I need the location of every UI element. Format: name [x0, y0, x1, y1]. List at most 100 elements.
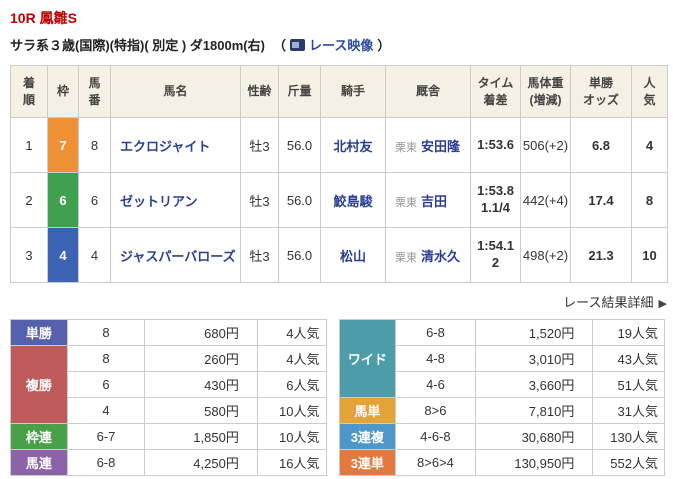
stable-area: 栗東	[395, 196, 417, 209]
payout-table-right: ワイド 6-8 1,520円 19人気 4-8 3,010円 43人気 4-6 …	[338, 319, 665, 476]
payout-popularity: 51人気	[592, 371, 665, 398]
time-margin: 1:53.8 1.1/4	[470, 172, 521, 228]
frame-number: 6	[47, 172, 79, 228]
payout-table-left: 単勝 8 680円 4人気 複勝 8 260円 4人気 6 430円 6人気 4…	[10, 319, 327, 476]
payout-amount: 3,660円	[474, 371, 594, 398]
col-sex-age: 性齢	[240, 65, 279, 118]
result-row-3: 3 4 4 ジャスパーバローズ 牡3 56.0 松山 栗東 清水久 1:54.1 …	[10, 227, 668, 283]
carried-weight: 56.0	[278, 117, 321, 173]
col-weight: 斤量	[278, 65, 321, 118]
time-margin: 1:54.1 2	[470, 227, 521, 283]
col-odds: 単勝 オッズ	[570, 65, 632, 118]
popularity: 4	[631, 117, 668, 173]
finish-position: 2	[10, 172, 48, 228]
horse-name-link[interactable]: ジャスパーバローズ	[120, 249, 236, 264]
bet-type-umatan: 馬単	[338, 397, 397, 424]
payout-amount: 3,010円	[474, 345, 594, 372]
trainer-link[interactable]: 安田隆	[421, 139, 460, 154]
payout-amount: 680円	[144, 319, 258, 346]
combo: 6-8	[66, 449, 146, 476]
payout-row-fukusho-1: 複勝 8 260円 4人気	[10, 345, 327, 424]
popularity: 10	[631, 227, 668, 283]
payout-popularity: 43人気	[592, 345, 665, 372]
payout-row-umatan: 馬単 8>6 7,810円 31人気	[338, 397, 665, 424]
bet-type-fukusho: 複勝	[10, 345, 68, 424]
trainer-link[interactable]: 清水久	[421, 249, 460, 264]
combo: 4-6	[395, 371, 476, 398]
jockey-cell: 鮫島駿	[320, 172, 386, 228]
payout-amount: 1,520円	[474, 319, 594, 346]
combo: 4-6-8	[395, 423, 476, 450]
paren-open: （	[272, 38, 286, 53]
payout-amount: 430円	[144, 371, 258, 398]
bet-type-sanrenpuku: 3連複	[338, 423, 397, 450]
jockey-link[interactable]: 鮫島駿	[333, 194, 372, 209]
combo: 8	[66, 345, 146, 372]
combo: 8>6>4	[395, 449, 476, 476]
sex-age: 牡3	[240, 117, 279, 173]
combo: 6	[66, 371, 146, 398]
frame-number: 7	[47, 117, 79, 173]
body-weight: 442(+4)	[520, 172, 571, 228]
horse-name-cell: エクロジャイト	[110, 117, 241, 173]
body-weight: 498(+2)	[520, 227, 571, 283]
result-row-1: 1 7 8 エクロジャイト 牡3 56.0 北村友 栗東 安田隆 1:53.6 5…	[10, 117, 668, 173]
detail-link-row: レース結果詳細 ▶	[10, 292, 667, 311]
win-odds: 6.8	[570, 117, 632, 173]
win-odds: 21.3	[570, 227, 632, 283]
jockey-cell: 松山	[320, 227, 386, 283]
col-jockey: 騎手	[320, 65, 386, 118]
stable-cell: 栗東 安田隆	[385, 117, 471, 173]
stable-cell: 栗東 清水久	[385, 227, 471, 283]
jockey-link[interactable]: 北村友	[333, 139, 372, 154]
race-title: 10R 鳳雛S	[10, 10, 77, 26]
payout-popularity: 552人気	[592, 449, 665, 476]
finish-position: 1	[10, 117, 48, 173]
payout-popularity: 16人気	[256, 449, 327, 476]
stable-cell: 栗東 吉田	[385, 172, 471, 228]
col-number: 馬 番	[78, 65, 111, 118]
horse-name-cell: ジャスパーバローズ	[110, 227, 241, 283]
payout-popularity: 130人気	[592, 423, 665, 450]
horse-name-link[interactable]: ゼットリアン	[120, 194, 197, 209]
col-frame: 枠	[47, 65, 79, 118]
race-video-group: （ レース映像 ）	[273, 35, 390, 54]
jockey-link[interactable]: 松山	[340, 249, 366, 264]
col-time: タイム 着差	[470, 65, 521, 118]
trainer-link[interactable]: 吉田	[421, 194, 447, 209]
bet-type-wakuren: 枠連	[10, 423, 68, 450]
combo: 4-8	[395, 345, 476, 372]
race-conditions: サラ系３歳(国際)(特指)( 別定 ) ダ1800m(右)	[10, 38, 265, 53]
body-weight: 506(+2)	[520, 117, 571, 173]
col-stable: 厩舎	[385, 65, 471, 118]
race-video-icon[interactable]	[289, 38, 305, 51]
finish-position: 3	[10, 227, 48, 283]
popularity: 8	[631, 172, 668, 228]
payout-amount: 260円	[144, 345, 258, 372]
race-video-link[interactable]: レース映像	[309, 35, 373, 54]
paren-close: ）	[377, 38, 391, 53]
horse-number: 6	[78, 172, 111, 228]
race-result-detail-link[interactable]: レース結果詳細 ▶	[563, 295, 667, 310]
payout-row-sanrentan: 3連単 8>6>4 130,950円 552人気	[338, 449, 665, 476]
payout-row-sanrenpuku: 3連複 4-6-8 30,680円 130人気	[338, 423, 665, 450]
horse-name-link[interactable]: エクロジャイト	[120, 139, 210, 154]
payout-row-tansho: 単勝 8 680円 4人気	[10, 319, 327, 346]
payout-popularity: 19人気	[592, 319, 665, 346]
payout-section: 単勝 8 680円 4人気 複勝 8 260円 4人気 6 430円 6人気 4…	[10, 319, 665, 476]
combo: 6-8	[395, 319, 476, 346]
stable-area: 栗東	[395, 251, 417, 264]
jockey-cell: 北村友	[320, 117, 386, 173]
win-odds: 17.4	[570, 172, 632, 228]
payout-popularity: 10人気	[256, 423, 327, 450]
stable-area: 栗東	[395, 141, 417, 154]
payout-popularity: 4人気	[256, 319, 327, 346]
carried-weight: 56.0	[278, 227, 321, 283]
payout-amount: 4,250円	[144, 449, 258, 476]
payout-row-umaren: 馬連 6-8 4,250円 16人気	[10, 449, 327, 476]
race-results-table: 着 順 枠 馬 番 馬名 性齢 斤量 騎手 厩舎 タイム 着差 馬体重 (増減)…	[10, 65, 668, 283]
sex-age: 牡3	[240, 227, 279, 283]
carried-weight: 56.0	[278, 172, 321, 228]
combo: 8	[66, 319, 146, 346]
payout-popularity: 6人気	[256, 371, 327, 398]
